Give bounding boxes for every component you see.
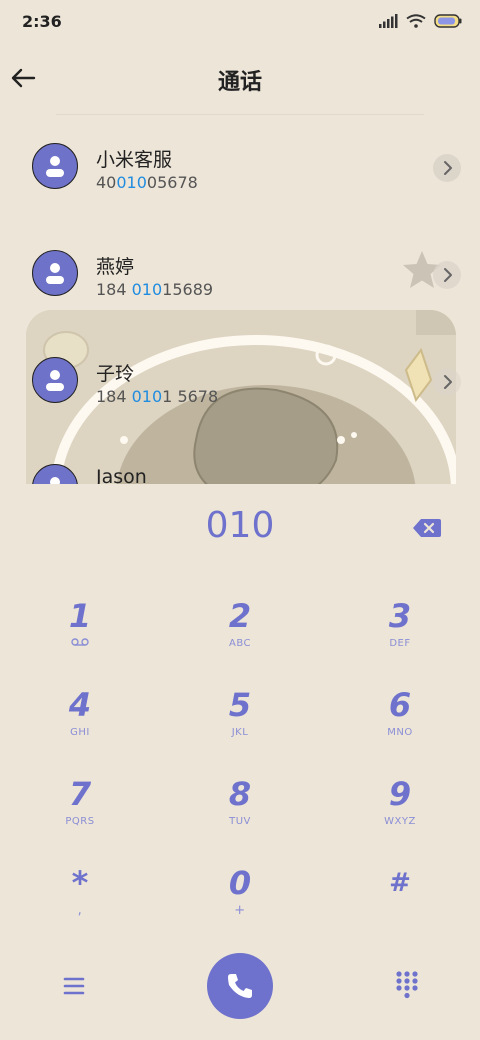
person-icon <box>46 156 64 177</box>
keypad-toggle-button[interactable] <box>394 970 420 1000</box>
chevron-right-icon <box>444 375 452 389</box>
contact-details-button[interactable] <box>433 154 461 182</box>
person-icon <box>50 477 60 484</box>
key-4[interactable]: 4 GHI <box>20 685 140 763</box>
delete-button[interactable] <box>412 517 442 539</box>
contact-name: 小米客服 <box>96 149 173 171</box>
avatar <box>32 250 78 296</box>
key-star[interactable]: * , <box>20 863 140 941</box>
avatar <box>32 357 78 403</box>
contact-row[interactable]: 小米客服 4001005678 <box>0 115 480 221</box>
dialed-number: 010 <box>205 505 275 546</box>
dialpad-icon <box>396 971 418 999</box>
chevron-right-icon <box>444 161 452 175</box>
chevron-right-icon <box>444 268 452 282</box>
match-highlight: 010 <box>131 280 163 299</box>
avatar <box>32 143 78 189</box>
status-icons <box>378 14 462 28</box>
key-2[interactable]: 2 ABC <box>180 596 300 674</box>
contact-row[interactable]: 子玲 184 0101 5678 <box>0 329 480 435</box>
menu-button[interactable] <box>60 972 88 1000</box>
status-time: 2:36 <box>22 12 62 31</box>
call-button[interactable] <box>207 953 273 1019</box>
contact-list: 小米客服 4001005678 燕婷 184 01015689 子玲 184 0… <box>0 115 480 484</box>
signal-icon <box>379 14 398 28</box>
header: 通话 <box>0 50 480 110</box>
key-9[interactable]: 9 WXYZ <box>340 774 460 852</box>
page-title: 通话 <box>217 70 262 95</box>
bottom-bar <box>0 950 480 1030</box>
phone-icon <box>228 974 252 998</box>
contact-row[interactable]: Jason <box>0 436 480 484</box>
match-highlight: 010 <box>131 387 163 406</box>
key-6[interactable]: 6 MNO <box>340 685 460 763</box>
contact-number: 4001005678 <box>96 173 198 192</box>
key-hash[interactable]: # <box>340 863 460 941</box>
key-1[interactable]: 1 <box>20 596 140 674</box>
key-8[interactable]: 8 TUV <box>180 774 300 852</box>
key-3[interactable]: 3 DEF <box>340 596 460 674</box>
voicemail-icon <box>71 638 89 646</box>
key-5[interactable]: 5 JKL <box>180 685 300 763</box>
person-icon <box>46 370 64 391</box>
contact-number: 184 01015689 <box>96 280 214 299</box>
person-icon <box>46 263 64 284</box>
contact-name: Jason <box>96 466 147 484</box>
contact-details-button[interactable] <box>433 368 461 396</box>
match-highlight: 010 <box>116 173 147 192</box>
key-7[interactable]: 7 PQRS <box>20 774 140 852</box>
contact-details-button[interactable] <box>433 261 461 289</box>
dial-display: 010 <box>0 505 480 555</box>
wifi-icon <box>406 14 426 28</box>
contact-number: 184 0101 5678 <box>96 387 219 406</box>
battery-icon <box>434 14 462 28</box>
key-0[interactable]: 0 + <box>180 863 300 941</box>
hamburger-menu-icon <box>63 977 85 995</box>
status-bar: 2:36 <box>0 0 480 44</box>
contact-name: 子玲 <box>96 363 135 385</box>
contact-row[interactable]: 燕婷 184 01015689 <box>0 222 480 328</box>
backspace-icon <box>413 519 441 537</box>
avatar <box>32 464 78 484</box>
contact-name: 燕婷 <box>96 256 135 278</box>
